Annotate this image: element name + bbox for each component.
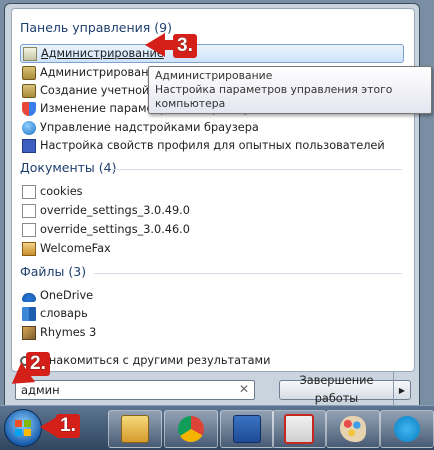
uac-shield-icon [22, 101, 36, 116]
result-item-cookies[interactable]: cookies [22, 183, 83, 200]
taskbar-chrome[interactable] [164, 410, 218, 448]
start-menu: Панель управления (9) Администрирование … [4, 3, 420, 408]
result-item-administration[interactable]: Администрирование [20, 44, 404, 63]
group-header-files[interactable]: Файлы (3) [20, 264, 86, 279]
result-label: override_settings_3.0.49.0 [40, 204, 190, 217]
browser-globe-icon [22, 120, 36, 135]
result-label: словарь [40, 307, 88, 320]
result-label: OneDrive [40, 289, 94, 302]
result-item-profile-settings[interactable]: Настройка свойств профиля для опытных по… [22, 137, 385, 154]
tooltip-title: Администрирование [155, 69, 273, 82]
user-accounts-icon [22, 65, 36, 80]
result-item-browser-addons[interactable]: Управление надстройками браузера [22, 119, 259, 136]
result-item-override-49[interactable]: override_settings_3.0.49.0 [22, 202, 190, 219]
pdf-icon [284, 414, 314, 444]
result-item-override-46[interactable]: override_settings_3.0.46.0 [22, 221, 190, 238]
result-label: cookies [40, 185, 83, 198]
profile-check-icon [22, 138, 36, 153]
paint-icon [340, 416, 366, 442]
windows-logo-icon [15, 420, 31, 436]
search-input[interactable]: админ ✕ [15, 380, 255, 400]
document-icon [22, 203, 36, 218]
step3-arrow-icon [145, 33, 165, 57]
fax-icon [22, 241, 36, 256]
tooltip: Администрирование Настройка параметров у… [148, 66, 432, 114]
shutdown-options-arrow-icon[interactable]: ▶ [394, 386, 410, 395]
group-separator [112, 169, 402, 170]
folder-icon [121, 415, 149, 443]
see-more-results-link[interactable]: Ознакомиться с другими результатами [20, 352, 270, 369]
clear-search-icon[interactable]: ✕ [239, 382, 249, 397]
shutdown-button[interactable]: Завершение работы ▶ [279, 372, 411, 408]
start-button[interactable] [4, 409, 42, 447]
see-more-results-label: Ознакомиться с другими результатами [34, 354, 271, 367]
taskbar-word[interactable] [220, 410, 274, 448]
user-accounts-icon [22, 83, 36, 98]
shutdown-label: Завершение работы [280, 372, 394, 408]
taskbar-pdf[interactable] [272, 410, 326, 448]
result-label: Rhymes 3 [40, 326, 97, 339]
result-label: Настройка свойств профиля для опытных по… [40, 139, 385, 152]
result-item-dictionary[interactable]: словарь [22, 305, 88, 322]
taskbar-skype[interactable] [380, 410, 434, 448]
tooltip-description: Настройка параметров управления этого ко… [155, 83, 393, 110]
search-results-panel: Панель управления (9) Администрирование … [11, 8, 415, 372]
word-icon [233, 415, 261, 443]
step1-badge: 1. [56, 414, 80, 438]
result-item-welcomefax[interactable]: WelcomeFax [22, 240, 111, 257]
document-icon [22, 184, 36, 199]
onedrive-cloud-icon [22, 292, 36, 302]
result-label: override_settings_3.0.46.0 [40, 223, 190, 236]
result-label: Управление надстройками браузера [40, 121, 259, 134]
document-icon [22, 222, 36, 237]
package-icon [22, 325, 36, 340]
taskbar-paint[interactable] [326, 410, 380, 448]
group-separator [94, 273, 402, 274]
taskbar: 1. [0, 405, 434, 450]
result-item-onedrive[interactable]: OneDrive [22, 287, 93, 304]
result-label: WelcomeFax [40, 242, 111, 255]
group-header-documents[interactable]: Документы (4) [20, 160, 116, 175]
result-item-rhymes[interactable]: Rhymes 3 [22, 324, 96, 341]
admin-tools-icon [23, 46, 37, 61]
book-icon [22, 306, 36, 321]
step3-badge: 3. [173, 34, 197, 58]
chrome-icon [178, 416, 204, 442]
step2-badge: 2. [26, 352, 50, 376]
taskbar-explorer[interactable] [108, 410, 162, 448]
skype-icon [394, 416, 420, 442]
